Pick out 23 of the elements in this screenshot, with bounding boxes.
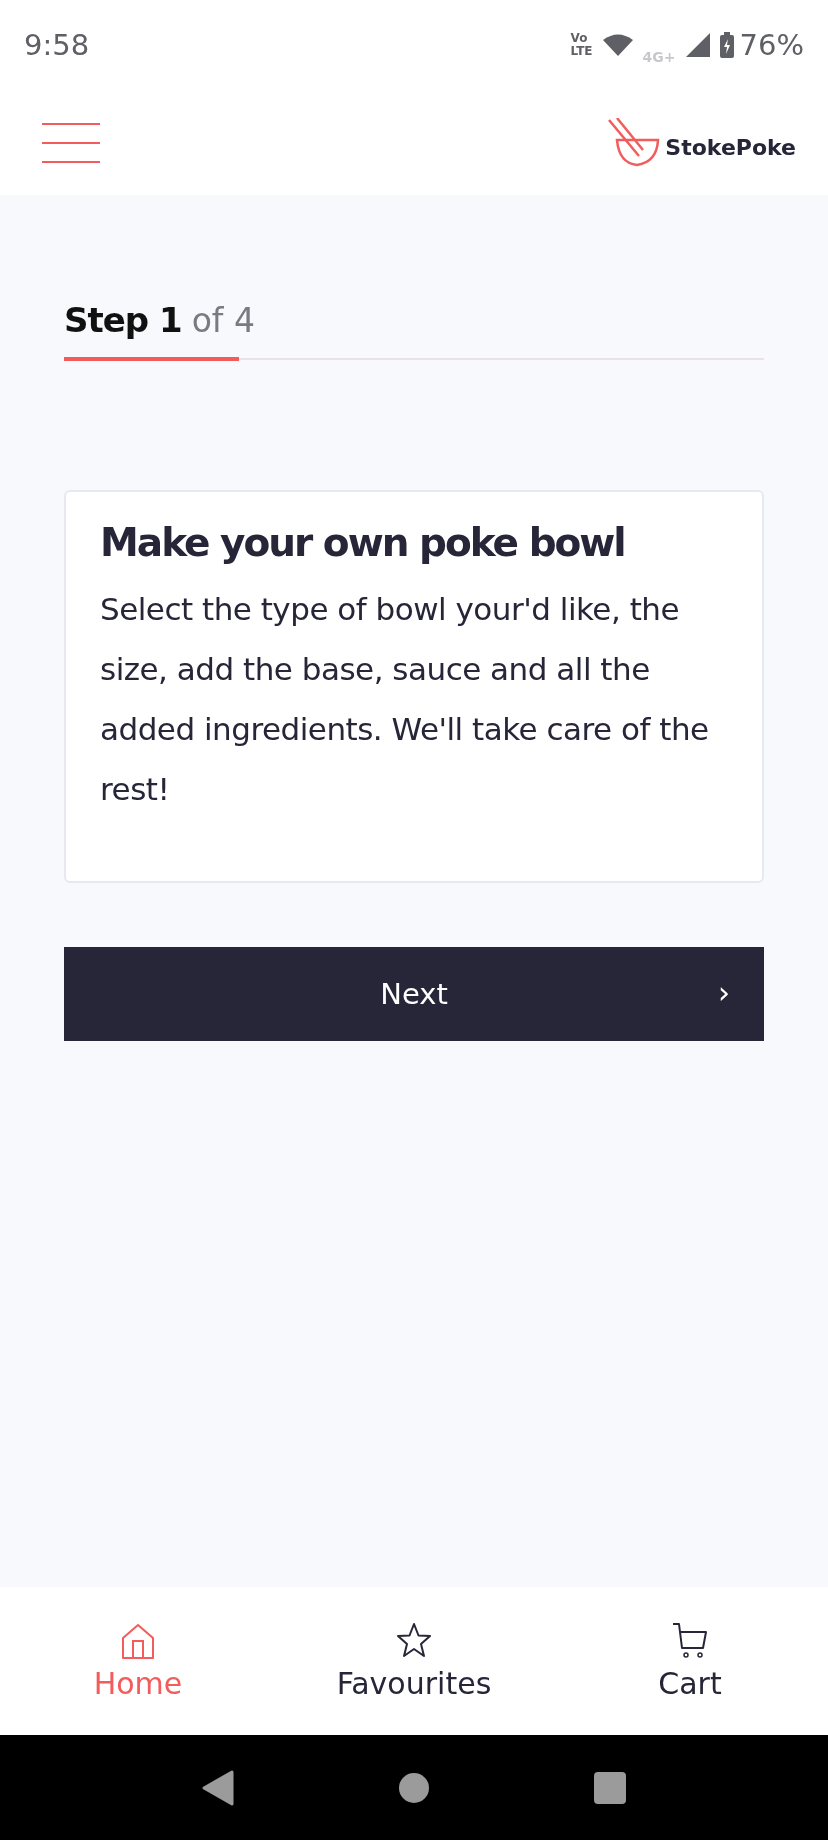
step-total: of 4 [191, 301, 255, 340]
step-number: Step 1 [64, 300, 182, 340]
brand-name: StokePoke [665, 135, 796, 160]
cart-icon [672, 1621, 708, 1660]
card-description: Select the type of bowl your'd like, the size, add the base, sauce and all the added ingredients. We'll take care of the rest! [100, 590, 710, 809]
nav-tab[interactable]: Favourites [336, 1665, 492, 1701]
card-title: Make your own poke bowl [100, 520, 626, 565]
battery-icon [719, 32, 734, 58]
nav-tab[interactable]: Cart [658, 1665, 722, 1701]
back-icon[interactable] [202, 1769, 235, 1806]
recents-icon[interactable] [593, 1771, 626, 1804]
star-icon [396, 1621, 432, 1660]
volte-label: Vo [570, 32, 589, 45]
signal-icon [685, 33, 710, 57]
next-button[interactable]: Next › [64, 947, 764, 1041]
home-button-icon[interactable] [399, 1772, 429, 1803]
clock-time: 9:58 [24, 28, 90, 62]
home-icon [120, 1621, 156, 1660]
chevron-icon: › [718, 975, 730, 1010]
battery-percent: 76% [739, 28, 804, 62]
volte-label: LTE [570, 45, 593, 58]
wifi-icon [602, 34, 633, 56]
menu-icon[interactable] [42, 122, 100, 163]
